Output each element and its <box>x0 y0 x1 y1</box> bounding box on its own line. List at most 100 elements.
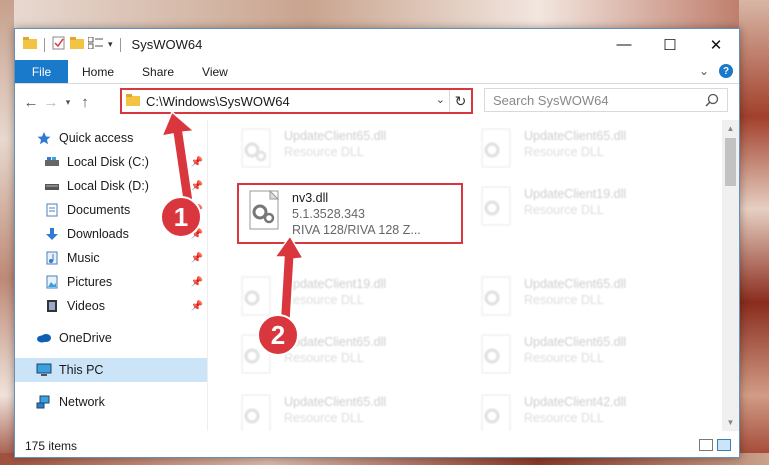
tab-home[interactable]: Home <box>68 60 128 83</box>
pin-icon[interactable]: 📌 <box>191 157 203 168</box>
dll-file-icon <box>478 334 518 378</box>
pin-icon[interactable]: 📌 <box>191 301 203 312</box>
view-toggle <box>699 439 731 451</box>
computer-icon <box>35 362 53 378</box>
properties-icon[interactable] <box>52 36 66 53</box>
title-bar: ▾ SysWOW64 — ☐ ✕ <box>15 29 739 60</box>
address-path: C:\Windows\SysWOW64 <box>146 93 290 109</box>
scroll-up-icon[interactable]: ▲ <box>722 124 739 133</box>
toolbar-divider <box>44 37 45 52</box>
address-bar[interactable]: C:\Windows\SysWOW64 ⌄ ↻ <box>120 88 473 114</box>
file-name: UpdateClient42.dll <box>524 395 627 409</box>
dll-file-icon <box>238 276 278 320</box>
vertical-scrollbar[interactable]: ▲ ▼ <box>722 120 739 431</box>
sidebar-item-label: Pictures <box>67 275 113 289</box>
sidebar-item-pictures[interactable]: Pictures 📌 <box>15 270 207 294</box>
dll-file-icon <box>478 128 518 172</box>
file-tile[interactable]: UpdateClient19.dll Resource DLL <box>478 182 708 238</box>
sidebar-item-network[interactable]: Network <box>15 390 207 414</box>
chevron-down-icon[interactable]: ⌄ <box>436 93 445 106</box>
network-icon <box>35 394 53 410</box>
pin-icon[interactable]: 📌 <box>191 253 203 264</box>
ribbon-right-controls: ⌄ ? <box>699 64 733 78</box>
sidebar-item-local-disk-d[interactable]: Local Disk (D:) 📌 <box>15 174 207 198</box>
highlight-box <box>237 183 463 244</box>
file-description: Resource DLL <box>524 145 604 159</box>
file-tile[interactable]: UpdateClient65.dll Resource DLL <box>478 272 708 328</box>
up-arrow-icon[interactable]: ↑ <box>75 94 95 111</box>
sidebar-item-this-pc[interactable]: This PC <box>15 358 207 382</box>
file-name: UpdateClient65.dll <box>524 129 627 143</box>
dll-file-icon <box>478 186 518 230</box>
address-row: ← → ▾ ↑ C:\Windows\SysWOW64 ⌄ ↻ Search S… <box>15 84 739 120</box>
file-description: Resource DLL <box>524 351 604 365</box>
details-view-button[interactable] <box>699 439 713 451</box>
file-tile[interactable]: UpdateClient65.dll Resource DLL <box>478 330 708 386</box>
navigation-pane: Quick access Local Disk (C:) 📌 Local Dis… <box>15 120 207 431</box>
documents-icon <box>43 202 61 218</box>
ribbon-tabs: File Home Share View ⌄ ? <box>15 60 739 84</box>
new-folder-icon[interactable] <box>70 37 84 52</box>
desktop-background-left <box>0 0 14 465</box>
folder-icon <box>23 37 37 52</box>
sidebar-item-label: Local Disk (C:) <box>67 155 149 169</box>
file-tile[interactable]: UpdateClient65.dll Resource DLL <box>478 124 708 180</box>
folder-icon <box>126 93 140 109</box>
window-controls: — ☐ ✕ <box>601 29 739 60</box>
recent-locations-icon[interactable]: ▾ <box>61 97 75 108</box>
download-icon <box>43 226 61 242</box>
sidebar-item-label: Downloads <box>67 227 129 241</box>
file-tile[interactable]: UpdateClient65.dll Resource DLL <box>238 390 468 431</box>
search-input[interactable]: Search SysWOW64 <box>484 88 728 112</box>
refresh-icon[interactable]: ↻ <box>449 90 471 112</box>
sidebar-item-local-disk-c[interactable]: Local Disk (C:) 📌 <box>15 150 207 174</box>
sidebar-item-quick-access[interactable]: Quick access <box>15 126 207 150</box>
file-name: UpdateClient65.dll <box>284 129 387 143</box>
view-options-icon[interactable] <box>87 36 104 52</box>
tab-view[interactable]: View <box>188 60 242 83</box>
pane-divider <box>207 120 208 431</box>
sidebar-item-label: Network <box>59 395 105 409</box>
search-placeholder: Search SysWOW64 <box>493 92 609 108</box>
file-description: Resource DLL <box>284 145 364 159</box>
sidebar-item-music[interactable]: Music 📌 <box>15 246 207 270</box>
status-bar: 175 items <box>15 435 739 457</box>
tab-file[interactable]: File <box>15 60 68 83</box>
file-view: UpdateClient65.dll Resource DLL nv3.dll 5… <box>220 120 720 431</box>
file-description: Resource DLL <box>524 411 604 425</box>
sidebar-item-label: Music <box>67 251 100 265</box>
drive-icon <box>43 178 61 194</box>
star-icon <box>35 130 53 146</box>
minimize-button[interactable]: — <box>601 29 647 60</box>
tab-share[interactable]: Share <box>128 60 188 83</box>
file-name: UpdateClient65.dll <box>284 395 387 409</box>
scrollbar-thumb[interactable] <box>725 138 736 186</box>
pictures-icon <box>43 274 61 290</box>
expand-ribbon-icon[interactable]: ⌄ <box>699 64 709 78</box>
file-tile[interactable]: UpdateClient65.dll Resource DLL <box>238 124 468 180</box>
file-name: UpdateClient65.dll <box>524 277 627 291</box>
sidebar-item-videos[interactable]: Videos 📌 <box>15 294 207 318</box>
file-name: UpdateClient65.dll <box>524 335 627 349</box>
large-icons-view-button[interactable] <box>717 439 731 451</box>
forward-arrow-icon[interactable]: → <box>41 94 61 111</box>
desktop-background-top <box>0 0 769 28</box>
close-button[interactable]: ✕ <box>693 29 739 60</box>
search-icon <box>705 93 719 110</box>
window-title: SysWOW64 <box>131 37 203 52</box>
customize-toolbar-icon[interactable]: ▾ <box>108 39 113 50</box>
sidebar-item-label: This PC <box>59 363 104 377</box>
back-arrow-icon[interactable]: ← <box>21 94 41 111</box>
music-icon <box>43 250 61 266</box>
pin-icon[interactable]: 📌 <box>191 277 203 288</box>
file-description: Resource DLL <box>524 293 604 307</box>
pin-icon[interactable]: 📌 <box>191 181 203 192</box>
quick-access-toolbar: ▾ <box>15 36 124 53</box>
sidebar-item-onedrive[interactable]: OneDrive <box>15 326 207 350</box>
step-2-badge: 2 <box>257 314 299 356</box>
maximize-button[interactable]: ☐ <box>647 29 693 60</box>
help-icon[interactable]: ? <box>719 64 733 78</box>
sidebar-item-label: Videos <box>67 299 105 313</box>
file-tile[interactable]: UpdateClient42.dll Resource DLL <box>478 390 708 431</box>
scroll-down-icon[interactable]: ▼ <box>722 418 739 427</box>
